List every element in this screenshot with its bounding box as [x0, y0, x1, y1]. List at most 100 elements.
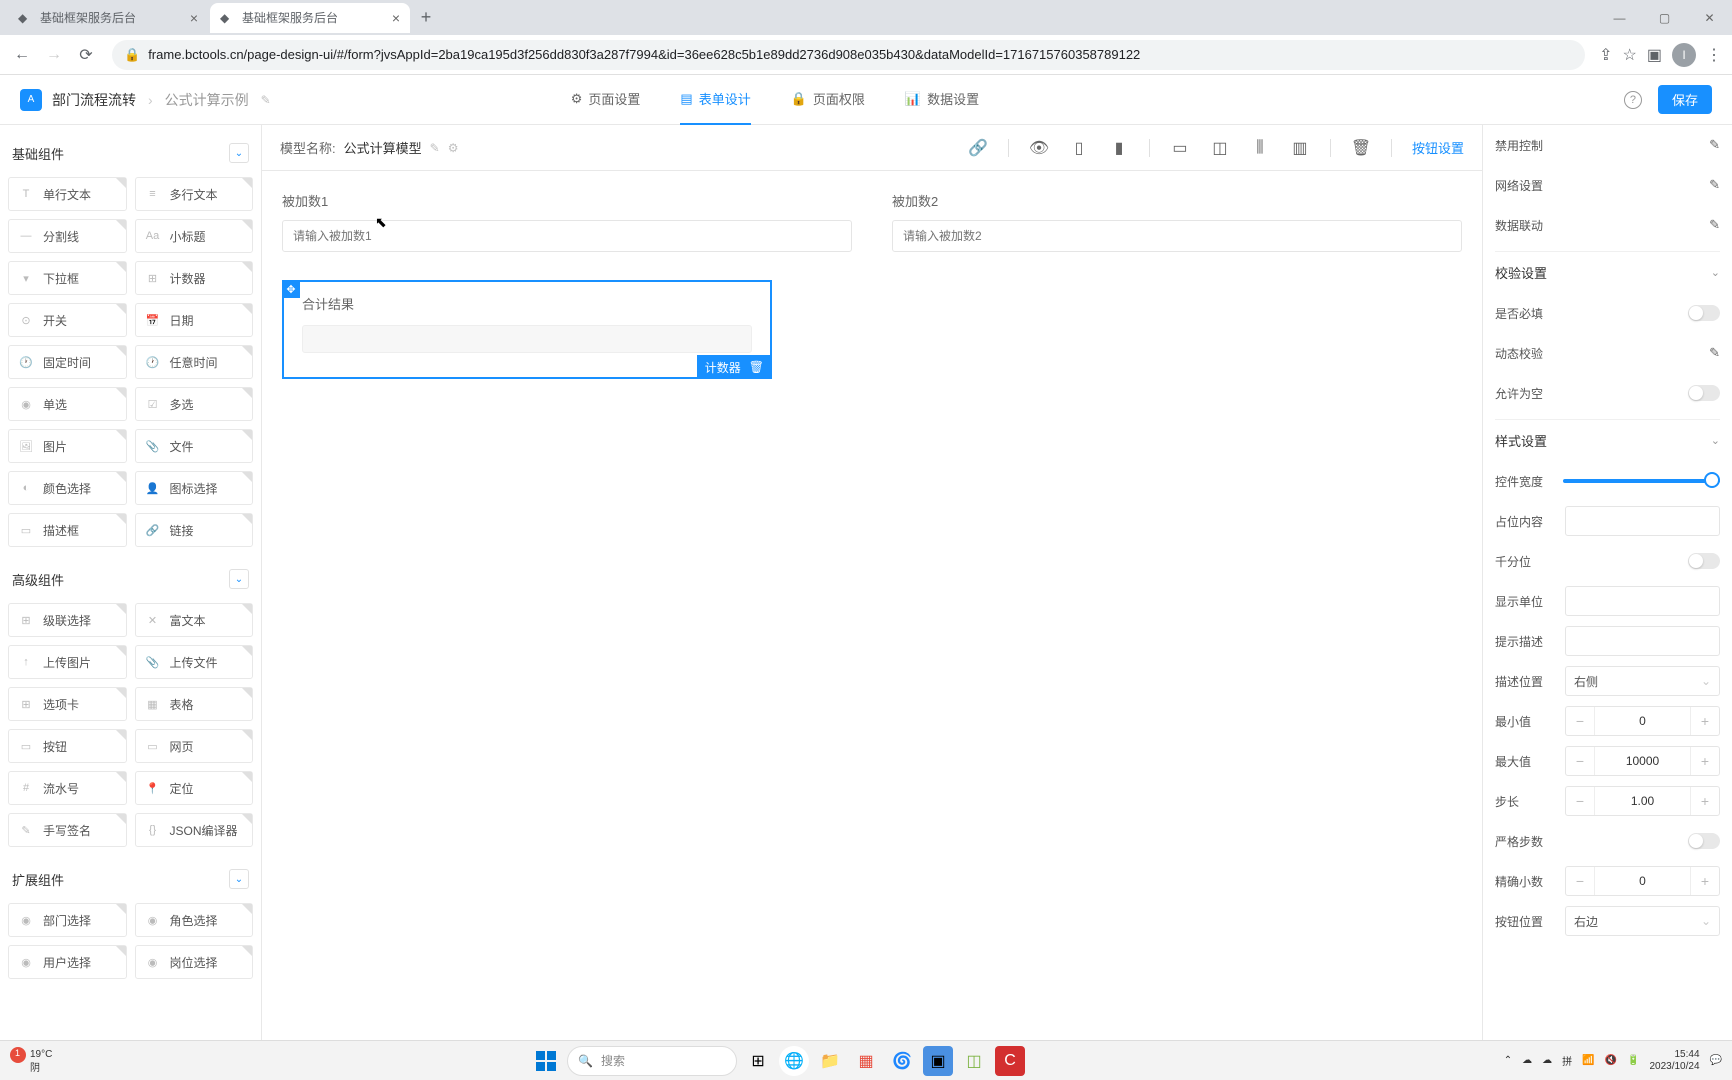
tablet-icon[interactable]: ▯ [1069, 138, 1089, 158]
component-item[interactable]: ▾下拉框 [8, 261, 127, 295]
minimize-icon[interactable]: — [1597, 0, 1642, 35]
help-icon[interactable]: ? [1624, 91, 1642, 109]
mobile-icon[interactable]: ▮ [1109, 138, 1129, 158]
component-item[interactable]: ≡多行文本 [135, 177, 254, 211]
width-slider[interactable] [1563, 479, 1720, 483]
component-item[interactable]: 👤图标选择 [135, 471, 254, 505]
component-item[interactable]: ◐颜色选择 [8, 471, 127, 505]
max-stepper[interactable]: −10000+ [1565, 746, 1720, 776]
placeholder-input[interactable] [1565, 506, 1720, 536]
selected-form-field[interactable]: ✥ 合计结果 计数器 🗑 [282, 280, 772, 379]
tab-page-settings[interactable]: ⚙页面设置 [571, 75, 641, 125]
app-icon[interactable]: ◫ [959, 1046, 989, 1076]
layout-2col-icon[interactable]: ◫ [1210, 138, 1230, 158]
app-icon[interactable]: ▦ [851, 1046, 881, 1076]
component-item[interactable]: ▭网页 [135, 729, 254, 763]
reload-button[interactable]: ⟳ [74, 43, 98, 67]
edit-icon[interactable]: ✎ [261, 93, 271, 107]
prop-network-settings[interactable]: 网络设置✎ [1495, 165, 1720, 205]
component-item[interactable]: ☑多选 [135, 387, 254, 421]
decrement-button[interactable]: − [1566, 873, 1594, 889]
back-button[interactable]: ← [10, 43, 34, 67]
onedrive-icon[interactable]: ☁ [1542, 1055, 1552, 1066]
close-window-icon[interactable]: ✕ [1687, 0, 1732, 35]
task-view-icon[interactable]: ⊞ [743, 1046, 773, 1076]
section-validation[interactable]: 校验设置⌄ [1495, 251, 1720, 293]
start-button[interactable] [531, 1046, 561, 1076]
unit-input[interactable] [1565, 586, 1720, 616]
component-item[interactable]: ✎手写签名 [8, 813, 127, 847]
url-input[interactable]: 🔒 frame.bctools.cn/page-design-ui/#/form… [112, 40, 1585, 70]
increment-button[interactable]: + [1691, 793, 1719, 809]
component-item[interactable]: 🔗链接 [135, 513, 254, 547]
tray-chevron-icon[interactable]: ⌃ [1504, 1055, 1512, 1066]
desc-pos-select[interactable]: 右侧⌄ [1565, 666, 1720, 696]
min-stepper[interactable]: −0+ [1565, 706, 1720, 736]
weather-widget[interactable]: 19°C 阴 [10, 1047, 52, 1075]
chevron-down-icon[interactable]: ⌄ [229, 143, 249, 163]
close-icon[interactable]: × [392, 10, 400, 26]
section-style[interactable]: 样式设置⌄ [1495, 419, 1720, 461]
tab-data-settings[interactable]: 📊数据设置 [905, 75, 979, 125]
app-icon[interactable]: C [995, 1046, 1025, 1076]
edit-icon[interactable]: ✎ [1709, 217, 1720, 233]
decrement-button[interactable]: − [1566, 713, 1594, 729]
preview-icon[interactable]: 👁 [1029, 138, 1049, 158]
prop-disable-control[interactable]: 禁用控制✎ [1495, 125, 1720, 165]
wifi-icon[interactable]: 📶 [1582, 1055, 1594, 1066]
form-field[interactable]: 被加数1 [282, 191, 852, 252]
component-item[interactable]: ⊞级联选择 [8, 603, 127, 637]
component-item[interactable]: 🖼图片 [8, 429, 127, 463]
extension-icon[interactable]: ▣ [1647, 45, 1662, 65]
component-item[interactable]: T单行文本 [8, 177, 127, 211]
forward-button[interactable]: → [42, 43, 66, 67]
maximize-icon[interactable]: ▢ [1642, 0, 1687, 35]
browser-tab[interactable]: ◆ 基础框架服务后台 × [8, 3, 208, 33]
edit-icon[interactable]: ✎ [1709, 137, 1720, 153]
component-item[interactable]: ▦表格 [135, 687, 254, 721]
component-item[interactable]: ↑上传图片 [8, 645, 127, 679]
text-input[interactable] [282, 220, 852, 252]
section-extend-components[interactable]: 扩展组件 ⌄ [8, 859, 253, 899]
browser-tab-active[interactable]: ◆ 基础框架服务后台 × [210, 3, 410, 33]
form-field[interactable]: 被加数2 [892, 191, 1462, 252]
share-icon[interactable]: ⇪ [1599, 45, 1612, 65]
delete-icon[interactable]: 🗑 [749, 360, 764, 374]
edit-icon[interactable]: ✎ [430, 141, 440, 155]
edge-icon[interactable]: 🌀 [887, 1046, 917, 1076]
battery-icon[interactable]: 🔋 [1627, 1055, 1639, 1066]
increment-button[interactable]: + [1691, 753, 1719, 769]
gear-icon[interactable]: ⚙ [448, 141, 459, 155]
breadcrumb-item[interactable]: 部门流程流转 [52, 90, 136, 110]
component-item[interactable]: ▭按钮 [8, 729, 127, 763]
decrement-button[interactable]: − [1566, 753, 1594, 769]
component-item[interactable]: #流水号 [8, 771, 127, 805]
layout-4col-icon[interactable]: ▥ [1290, 138, 1310, 158]
notification-icon[interactable]: 💬 [1710, 1055, 1722, 1066]
step-stepper[interactable]: −1.00+ [1565, 786, 1720, 816]
switch-toggle[interactable] [1688, 305, 1720, 321]
chevron-down-icon[interactable]: ⌄ [229, 569, 249, 589]
edit-icon[interactable]: ✎ [1709, 345, 1720, 361]
clock[interactable]: 15:44 2023/10/24 [1649, 1049, 1699, 1073]
text-input[interactable] [892, 220, 1462, 252]
component-item[interactable]: ◉用户选择 [8, 945, 127, 979]
new-tab-button[interactable]: + [412, 7, 440, 28]
btn-pos-select[interactable]: 右边⌄ [1565, 906, 1720, 936]
move-handle-icon[interactable]: ✥ [282, 280, 300, 298]
component-item[interactable]: 📍定位 [135, 771, 254, 805]
precision-stepper[interactable]: −0+ [1565, 866, 1720, 896]
component-item[interactable]: 🕐固定时间 [8, 345, 127, 379]
edit-icon[interactable]: ✎ [1709, 177, 1720, 193]
switch-toggle[interactable] [1688, 833, 1720, 849]
explorer-icon[interactable]: 📁 [815, 1046, 845, 1076]
increment-button[interactable]: + [1691, 713, 1719, 729]
component-item[interactable]: ◉单选 [8, 387, 127, 421]
component-item[interactable]: ◉岗位选择 [135, 945, 254, 979]
component-item[interactable]: 📎文件 [135, 429, 254, 463]
section-advanced-components[interactable]: 高级组件 ⌄ [8, 559, 253, 599]
delete-icon[interactable]: 🗑 [1351, 138, 1371, 158]
switch-toggle[interactable] [1688, 385, 1720, 401]
chevron-down-icon[interactable]: ⌄ [229, 869, 249, 889]
component-item[interactable]: ⊞选项卡 [8, 687, 127, 721]
